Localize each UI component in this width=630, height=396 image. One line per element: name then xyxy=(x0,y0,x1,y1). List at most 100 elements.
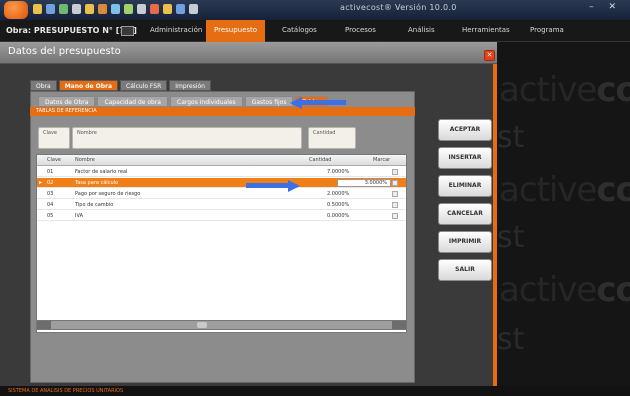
nombre-label: Nombre xyxy=(77,130,97,136)
scroll-thumb[interactable] xyxy=(197,322,207,328)
redo-icon[interactable] xyxy=(124,4,133,14)
column-header-clave[interactable]: Clave xyxy=(47,157,61,163)
inner-tab-strip: Datos de Obra Capacidad de obra Cargos i… xyxy=(38,96,329,107)
paste-icon[interactable] xyxy=(98,4,107,14)
tools-icon[interactable] xyxy=(163,4,172,14)
insertar-button[interactable]: INSERTAR xyxy=(438,147,492,169)
cell-clave: 05 xyxy=(47,213,54,219)
status-bar: SISTEMA DE ANALISIS DE PRECIOS UNITARIOS xyxy=(0,386,630,396)
cell-clave: 03 xyxy=(47,191,54,197)
reference-table: Clave Nombre Cantidad Marcar 01 Factor d… xyxy=(36,154,407,333)
cell-nombre: Pago por seguro de riesgo xyxy=(75,191,141,197)
menu-programa[interactable]: Programa xyxy=(530,26,564,34)
app-window: activecost® Versión 10.0.0 – ✕ Obra: PRE… xyxy=(0,0,630,396)
cell-clave: 02 xyxy=(47,180,54,186)
brand-fragment: st xyxy=(497,322,525,357)
row-checkbox[interactable] xyxy=(392,202,398,208)
print-icon[interactable] xyxy=(72,4,81,14)
cell-cantidad: 7.0000% xyxy=(327,169,350,175)
new-icon[interactable] xyxy=(33,4,42,14)
table-header: Clave Nombre Cantidad Marcar xyxy=(37,155,406,166)
tab-gastos-fijos[interactable]: Gastos fijos xyxy=(244,96,294,107)
row-checkbox[interactable] xyxy=(392,213,398,219)
dialog-close-icon[interactable]: ✕ xyxy=(484,50,495,61)
table-row[interactable]: 03 Pago por seguro de riesgo 2.0000% xyxy=(37,189,406,199)
column-header-nombre[interactable]: Nombre xyxy=(75,157,95,163)
window-controls[interactable]: – ✕ xyxy=(589,2,622,12)
aceptar-button[interactable]: ACEPTAR xyxy=(438,119,492,141)
tab-datos-de-obra[interactable]: Datos de Obra xyxy=(38,96,96,107)
annotation-arrow-left-icon xyxy=(290,97,346,109)
annotation-arrow-right-icon xyxy=(246,180,300,192)
copy-icon[interactable] xyxy=(85,4,94,14)
cell-nombre: Tipo de cambio xyxy=(75,202,114,208)
cell-cantidad: 2.0000% xyxy=(327,191,350,197)
quick-access-toolbar xyxy=(33,4,198,14)
menu-procesos[interactable]: Procesos xyxy=(345,26,376,34)
scroll-left-icon[interactable] xyxy=(37,321,51,329)
table-row-selected[interactable]: ▸ 02 Tasa para cálculo 3.0000% xyxy=(37,178,406,188)
save-icon[interactable] xyxy=(59,4,68,14)
cell-nombre: IVA xyxy=(75,213,83,219)
cell-nombre: Tasa para cálculo xyxy=(75,180,119,186)
project-selector-icon[interactable] xyxy=(121,26,134,36)
imprimir-button[interactable]: IMPRIMIR xyxy=(438,231,492,253)
tab-calculo-fsr[interactable]: Cálculo FSR xyxy=(120,80,168,91)
menu-administracion[interactable]: Administración xyxy=(150,26,202,34)
cell-clave: 01 xyxy=(47,169,54,175)
brand-fragment: st xyxy=(497,220,525,255)
row-checkbox[interactable] xyxy=(392,191,398,197)
cell-cantidad: 0.0000% xyxy=(327,213,350,219)
section-header: TABLAS DE REFERENCIA xyxy=(30,107,415,116)
menu-analisis[interactable]: Análisis xyxy=(408,26,435,34)
menu-bar: Obra: PRESUPUESTO N° [???] Administració… xyxy=(0,20,630,42)
table-row[interactable]: 05 IVA 0.0000% xyxy=(37,211,406,221)
column-header-marcar[interactable]: Marcar xyxy=(373,157,390,163)
open-icon[interactable] xyxy=(46,4,55,14)
cell-cantidad: 0.5000% xyxy=(327,202,350,208)
eliminar-button[interactable]: ELIMINAR xyxy=(438,175,492,197)
cell-cantidad: 3.0000% xyxy=(364,180,387,186)
table-row[interactable]: 04 Tipo de cambio 0.5000% xyxy=(37,200,406,210)
help-icon[interactable] xyxy=(150,4,159,14)
tab-mano-de-obra[interactable]: Mano de Obra xyxy=(58,80,119,91)
nombre-field[interactable]: Nombre xyxy=(72,127,302,149)
menu-presupuesto[interactable]: Presupuesto xyxy=(206,20,266,42)
tab-cargos-individuales[interactable]: Cargos individuales xyxy=(170,96,243,107)
cantidad-label: Cantidad xyxy=(313,130,336,136)
scroll-right-icon[interactable] xyxy=(392,321,406,329)
tab-obra[interactable]: Obra xyxy=(30,80,57,91)
dialog-title: Datos del presupuesto xyxy=(8,46,121,57)
clave-field[interactable]: Clave xyxy=(38,127,70,149)
undo-icon[interactable] xyxy=(111,4,120,14)
row-checkbox[interactable] xyxy=(392,180,398,186)
tab-impresion[interactable]: Impresión xyxy=(169,80,211,91)
cantidad-edit-input[interactable]: 3.0000% xyxy=(337,179,391,187)
cantidad-field[interactable]: Cantidad xyxy=(308,127,356,149)
menu-herramientas[interactable]: Herramientas xyxy=(462,26,510,34)
table-row[interactable]: 01 Factor de salario real 7.0000% xyxy=(37,167,406,177)
row-pointer-icon: ▸ xyxy=(39,179,43,186)
title-bar: activecost® Versión 10.0.0 – ✕ xyxy=(0,0,630,20)
brand-watermark: activecost xyxy=(499,270,630,310)
dialog-title-bar: Datos del presupuesto xyxy=(0,42,497,64)
row-checkbox[interactable] xyxy=(392,169,398,175)
status-text: SISTEMA DE ANALISIS DE PRECIOS UNITARIOS xyxy=(8,388,124,394)
brand-watermark-panel: activecost st activecost st activecost s… xyxy=(497,42,630,396)
column-header-cantidad[interactable]: Cantidad xyxy=(309,157,332,163)
cell-clave: 04 xyxy=(47,202,54,208)
horizontal-scrollbar[interactable] xyxy=(36,320,407,330)
project-label: Obra: PRESUPUESTO N° [???] xyxy=(6,26,137,35)
tab-capacidad-de-obra[interactable]: Capacidad de obra xyxy=(97,96,168,107)
config-icon[interactable] xyxy=(189,4,198,14)
calculator-icon[interactable] xyxy=(137,4,146,14)
brand-watermark: activecost xyxy=(499,170,630,210)
info-icon[interactable] xyxy=(176,4,185,14)
brand-watermark: activecost xyxy=(499,70,630,110)
clave-label: Clave xyxy=(43,130,57,136)
app-logo-icon[interactable] xyxy=(4,1,28,19)
brand-fragment: st xyxy=(497,120,525,155)
menu-catalogos[interactable]: Catálogos xyxy=(282,26,317,34)
salir-button[interactable]: SALIR xyxy=(438,259,492,281)
cancelar-button[interactable]: CANCELAR xyxy=(438,203,492,225)
